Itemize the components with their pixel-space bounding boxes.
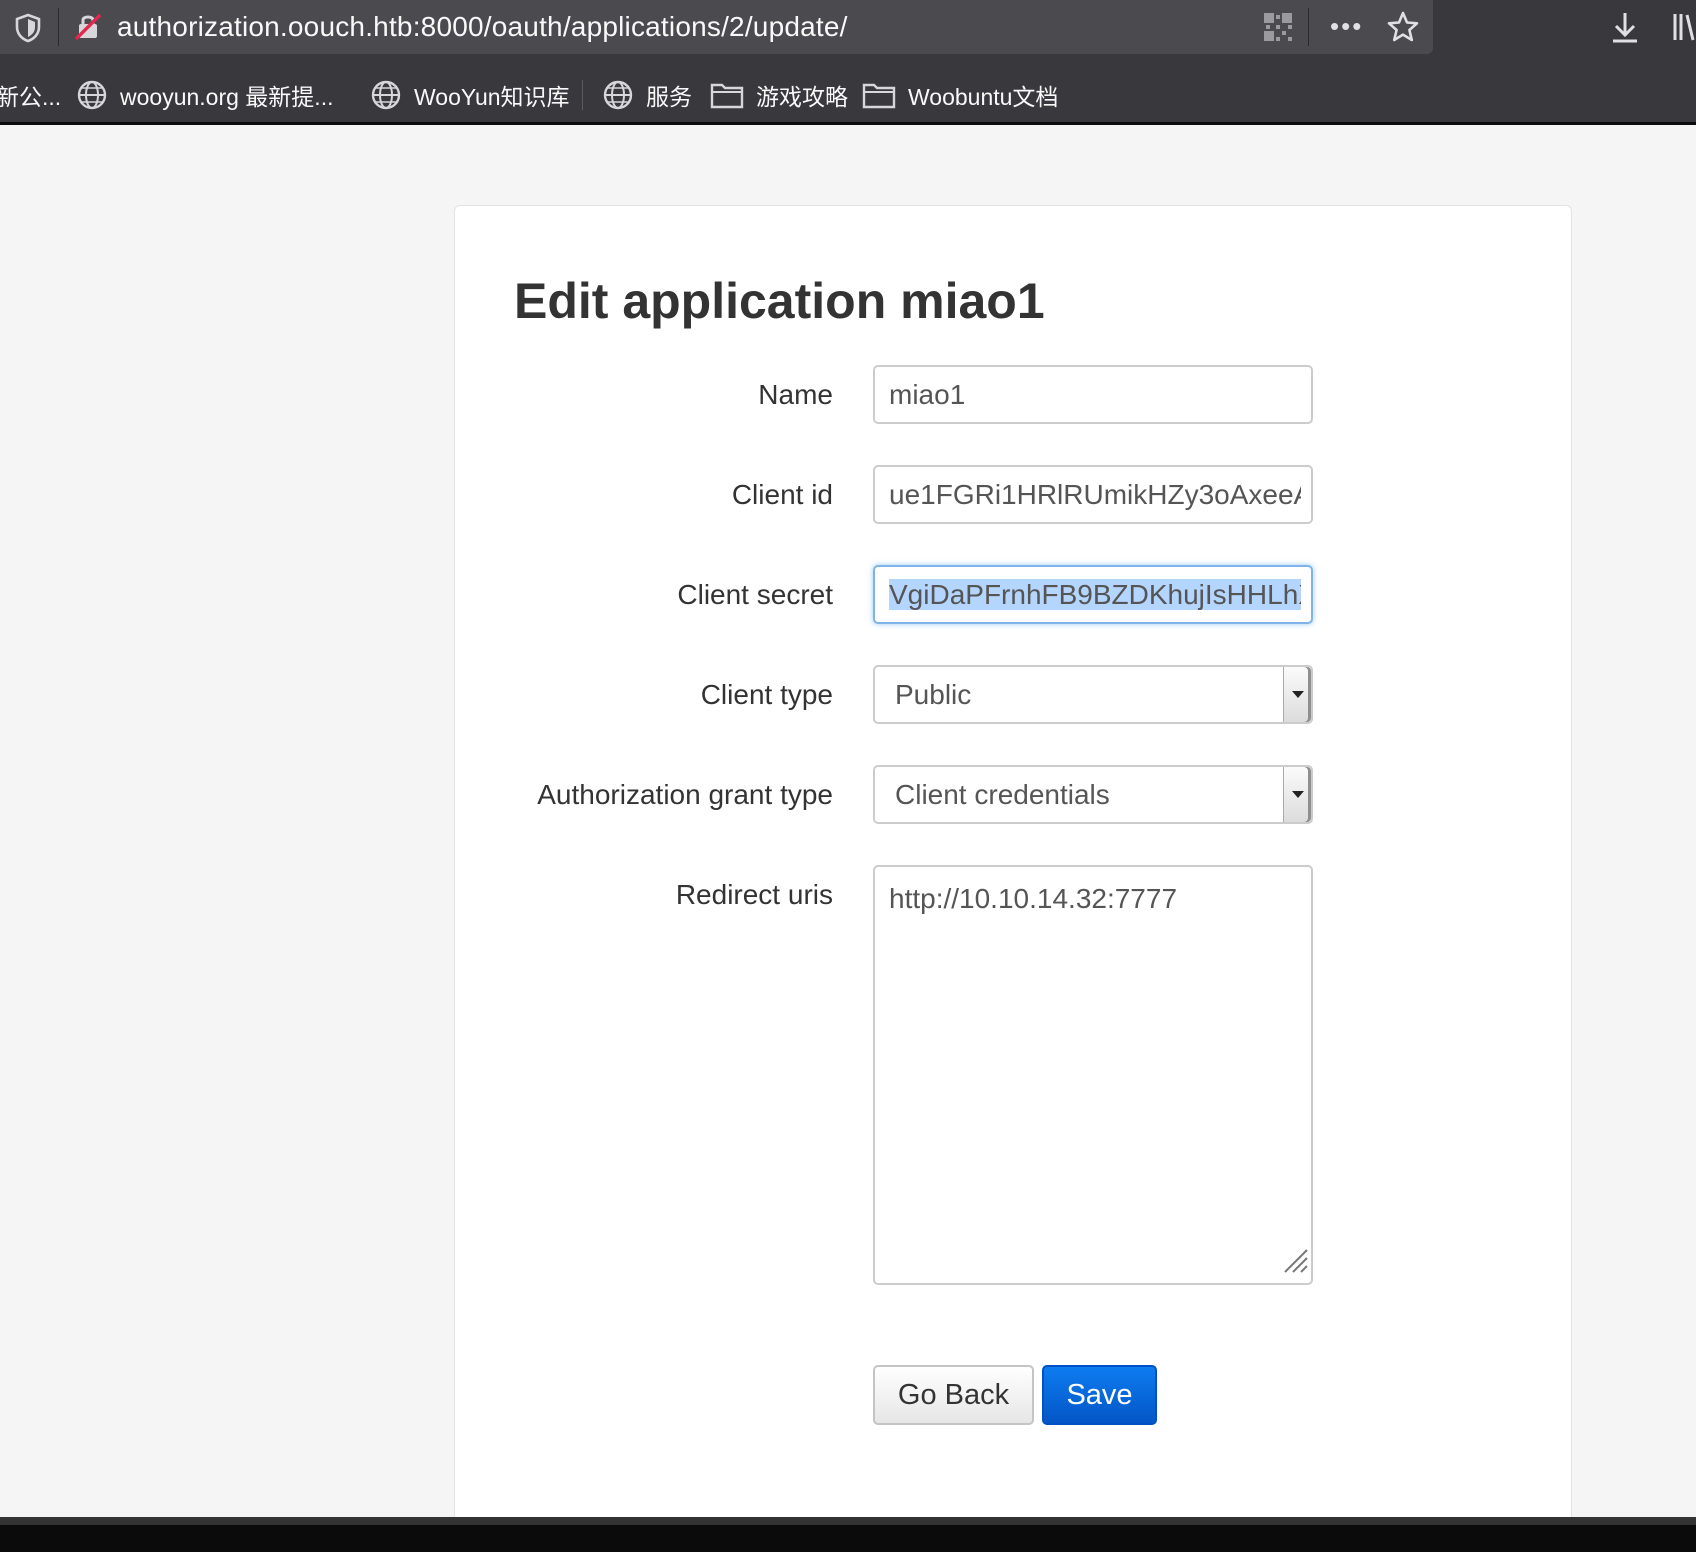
folder-icon	[710, 83, 744, 109]
bookmark-label: WooYun知识库	[414, 84, 570, 110]
bookmark-item[interactable]: Woobuntu文档	[862, 70, 1058, 120]
bookmark-label: wooyun.org 最新提...	[120, 84, 334, 110]
name-input[interactable]: miao1	[873, 365, 1313, 424]
redirect-uris-value: http://10.10.14.32:7777	[889, 883, 1178, 914]
toolbar-border	[0, 122, 1696, 125]
client-secret-label: Client secret	[677, 579, 833, 610]
redirect-uris-textarea[interactable]: http://10.10.14.32:7777	[873, 865, 1313, 1285]
resize-grip-icon[interactable]	[1281, 1246, 1309, 1281]
client-type-select[interactable]: Public	[873, 665, 1313, 724]
chevron-down-icon[interactable]	[1283, 667, 1311, 722]
redirect-uris-label: Redirect uris	[675, 879, 833, 910]
grant-type-select[interactable]: Client credentials	[873, 765, 1313, 824]
globe-icon	[603, 80, 633, 110]
bottom-strip	[0, 1517, 1696, 1525]
client-id-value: ue1FGRi1HRlRUmikHZy3oAxeeA	[889, 479, 1301, 510]
grant-type-label: Authorization grant type	[537, 779, 833, 810]
url-text[interactable]: authorization.oouch.htb:8000/oauth/appli…	[117, 11, 848, 43]
insecure-lock-icon[interactable]	[72, 11, 104, 48]
client-type-value: Public	[895, 679, 972, 710]
qr-code-icon[interactable]	[1262, 11, 1294, 48]
bookmark-item[interactable]: 新公...	[0, 70, 61, 120]
bookmark-separator	[582, 80, 583, 110]
selected-text: VgiDaPFrnhFB9BZDKhujIsHHLhX	[889, 579, 1301, 610]
shield-icon[interactable]	[14, 13, 42, 48]
name-label: Name	[758, 379, 833, 410]
globe-icon	[77, 80, 107, 110]
bookmark-label: 服务	[646, 84, 692, 110]
folder-icon	[862, 83, 896, 109]
library-icon[interactable]	[1672, 10, 1696, 49]
address-divider-2	[1308, 8, 1309, 46]
more-icon[interactable]: •••	[1330, 13, 1363, 39]
grant-type-value: Client credentials	[895, 779, 1110, 810]
client-id-input[interactable]: ue1FGRi1HRlRUmikHZy3oAxeeA	[873, 465, 1313, 524]
download-icon[interactable]	[1610, 10, 1640, 49]
bookmark-item[interactable]: 游戏攻略	[710, 70, 848, 120]
bookmark-label: Woobuntu文档	[908, 84, 1059, 110]
save-button[interactable]: Save	[1042, 1365, 1157, 1425]
page-title: Edit application miao1	[514, 273, 1045, 329]
bookmark-item[interactable]: WooYun知识库	[370, 70, 570, 120]
globe-icon	[371, 80, 401, 110]
client-secret-input[interactable]: VgiDaPFrnhFB9BZDKhujIsHHLhX	[873, 565, 1313, 624]
client-type-label: Client type	[700, 679, 833, 710]
address-bar[interactable]: authorization.oouch.htb:8000/oauth/appli…	[0, 0, 1433, 54]
name-value: miao1	[889, 379, 966, 410]
go-back-button[interactable]: Go Back	[873, 1365, 1034, 1425]
client-secret-value: VgiDaPFrnhFB9BZDKhujIsHHLhX	[889, 579, 1301, 611]
bookmark-item[interactable]: 服务	[602, 70, 692, 120]
bookmarks-toolbar: 新公... wooyun.org 最新提... WooYun知识库 服务 游戏攻…	[0, 70, 1696, 120]
bookmark-label: 新公...	[0, 84, 62, 110]
browser-toolbar: authorization.oouch.htb:8000/oauth/appli…	[0, 0, 1696, 124]
chevron-down-icon[interactable]	[1283, 767, 1311, 822]
client-id-label: Client id	[731, 479, 833, 510]
address-divider	[58, 8, 59, 46]
bookmark-item[interactable]: wooyun.org 最新提...	[76, 70, 333, 120]
bookmark-star-icon[interactable]	[1386, 10, 1420, 49]
bookmark-label: 游戏攻略	[756, 84, 848, 110]
